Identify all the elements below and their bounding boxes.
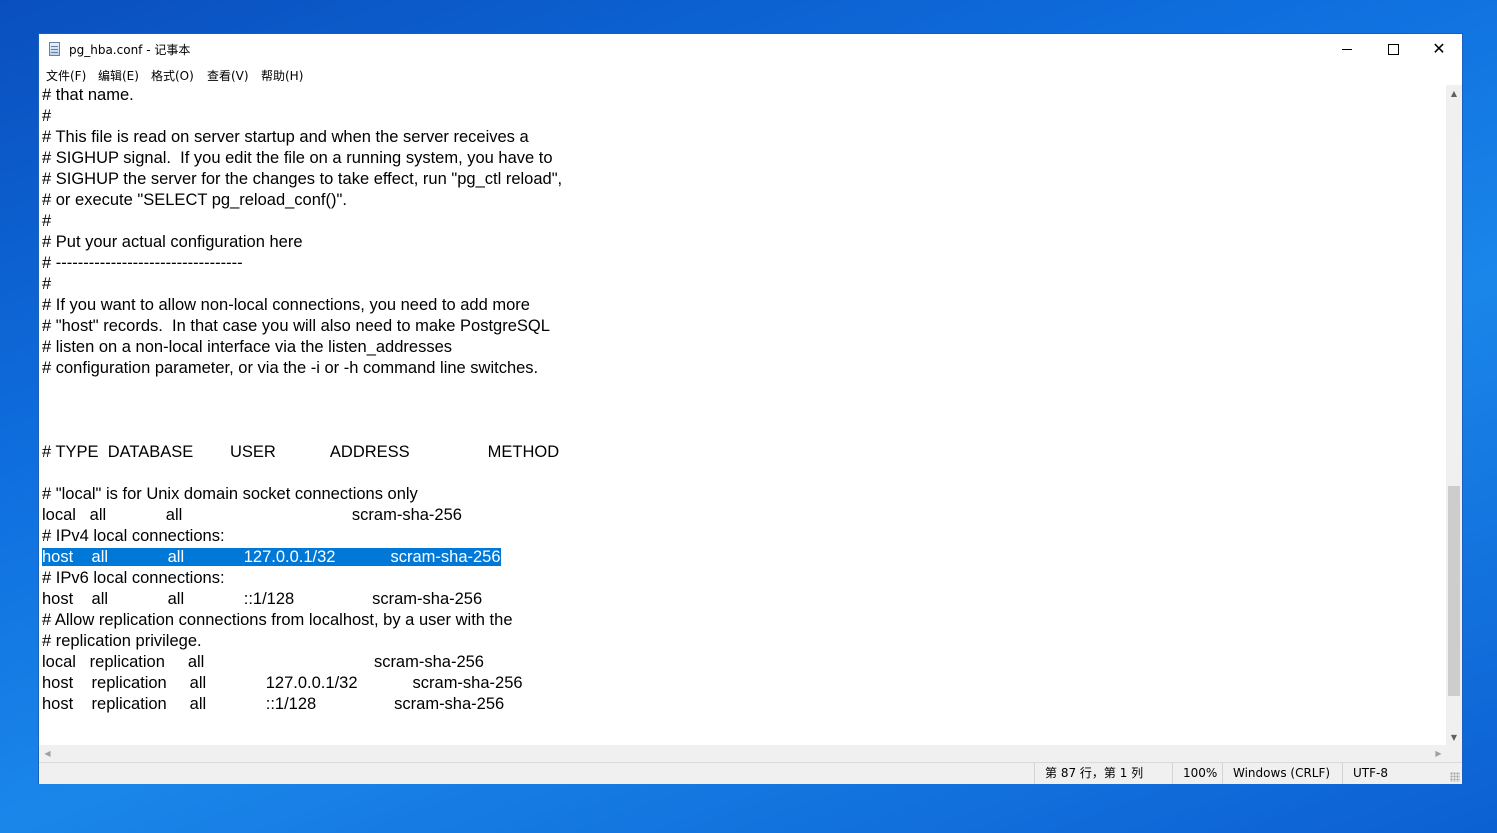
text-line-content: # TYPE DATABASE USER ADDRESS METHOD: [42, 443, 560, 461]
text-line[interactable]: #: [42, 211, 51, 232]
status-line-ending: Windows (CRLF): [1222, 763, 1342, 784]
text-line-content: #: [42, 275, 52, 293]
text-line-content: # Put your actual configuration here: [42, 233, 303, 251]
text-line[interactable]: #: [42, 106, 51, 127]
menu-file[interactable]: 文件(F): [46, 67, 86, 84]
text-line[interactable]: # or execute "SELECT pg_reload_conf()".: [42, 190, 347, 211]
menu-format[interactable]: 格式(O): [151, 67, 194, 84]
text-line[interactable]: host replication all ::1/128 scram-sha-2…: [42, 694, 504, 715]
text-line-content: # SIGHUP signal. If you edit the file on…: [42, 149, 553, 167]
resize-grip-icon[interactable]: [1450, 772, 1460, 782]
minimize-icon: [1342, 48, 1352, 50]
text-line-content: # listen on a non-local interface via th…: [42, 338, 452, 356]
text-line[interactable]: # ----------------------------------: [42, 253, 243, 274]
text-line[interactable]: host replication all 127.0.0.1/32 scram-…: [42, 673, 523, 694]
vertical-scroll-thumb[interactable]: [1448, 485, 1460, 696]
text-line[interactable]: # "local" is for Unix domain socket conn…: [42, 484, 418, 505]
close-button[interactable]: ✕: [1416, 34, 1462, 64]
status-encoding: UTF-8: [1342, 763, 1447, 784]
text-line-content: local all all scram-sha-256: [42, 506, 462, 524]
status-bar: 第 87 行，第 1 列 100% Windows (CRLF) UTF-8: [39, 762, 1462, 784]
text-line[interactable]: # Allow replication connections from loc…: [42, 610, 513, 631]
text-line-content: # "local" is for Unix domain socket conn…: [42, 485, 418, 503]
text-line-content: # This file is read on server startup an…: [42, 128, 529, 146]
text-line-content: host all all 127.0.0.1/32 scram-sha-256: [42, 548, 501, 566]
notepad-window: pg_hba.conf - 记事本 ✕ 文件(F) 编辑(E) 格式(O) 查看…: [38, 33, 1463, 784]
text-line[interactable]: # TYPE DATABASE USER ADDRESS METHOD: [42, 442, 559, 463]
text-line-content: #: [42, 212, 52, 230]
title-bar[interactable]: pg_hba.conf - 记事本 ✕: [39, 34, 1462, 64]
text-line-content: # ----------------------------------: [42, 254, 243, 272]
scroll-up-icon[interactable]: ▲: [1446, 85, 1462, 102]
text-line-content: # Allow replication connections from loc…: [42, 611, 513, 629]
text-line-content: # If you want to allow non-local connect…: [42, 296, 530, 314]
status-zoom: 100%: [1172, 763, 1222, 784]
text-line-content: # replication privilege.: [42, 632, 202, 650]
text-line[interactable]: #: [42, 274, 51, 295]
notepad-icon: [49, 42, 60, 56]
text-line-content: local replication all scram-sha-256: [42, 653, 484, 671]
text-line-content: # "host" records. In that case you will …: [42, 317, 550, 335]
text-line[interactable]: # If you want to allow non-local connect…: [42, 295, 530, 316]
text-line-content: # or execute "SELECT pg_reload_conf()".: [42, 191, 347, 209]
text-line[interactable]: # configuration parameter, or via the -i…: [42, 358, 538, 379]
text-line[interactable]: host all all ::1/128 scram-sha-256: [42, 589, 482, 610]
window-title: pg_hba.conf - 记事本: [69, 43, 191, 57]
minimize-button[interactable]: [1324, 34, 1370, 64]
menu-edit[interactable]: 编辑(E): [98, 67, 139, 84]
text-line-content: # IPv6 local connections:: [42, 569, 225, 587]
text-line-content: # SIGHUP the server for the changes to t…: [42, 170, 563, 188]
maximize-button[interactable]: [1370, 34, 1416, 64]
text-line[interactable]: host all all 127.0.0.1/32 scram-sha-256: [42, 547, 501, 568]
maximize-icon: [1387, 43, 1399, 55]
text-line[interactable]: # that name.: [42, 85, 134, 106]
text-line-content: host replication all ::1/128 scram-sha-2…: [42, 695, 505, 713]
scrollbar-corner: [1446, 745, 1462, 762]
text-line-content: host all all ::1/128 scram-sha-256: [42, 590, 483, 608]
text-line[interactable]: # Put your actual configuration here: [42, 232, 303, 253]
text-line[interactable]: # IPv4 local connections:: [42, 526, 225, 547]
text-line[interactable]: # SIGHUP signal. If you edit the file on…: [42, 148, 553, 169]
text-line[interactable]: local replication all scram-sha-256: [42, 652, 484, 673]
close-icon: ✕: [1432, 39, 1446, 58]
text-line[interactable]: # SIGHUP the server for the changes to t…: [42, 169, 562, 190]
scroll-down-icon[interactable]: ▼: [1446, 729, 1462, 746]
text-line[interactable]: # listen on a non-local interface via th…: [42, 337, 452, 358]
text-line[interactable]: # This file is read on server startup an…: [42, 127, 529, 148]
text-line-content: #: [42, 107, 52, 125]
text-editor[interactable]: # that name. # # This file is read on serv…: [39, 85, 1447, 745]
text-line-content: # that name.: [42, 86, 134, 104]
vertical-scrollbar[interactable]: ▲ ▼: [1446, 85, 1462, 746]
text-line[interactable]: # IPv6 local connections:: [42, 568, 225, 589]
horizontal-scrollbar[interactable]: ◀ ▶: [39, 745, 1447, 762]
text-line-content: # configuration parameter, or via the -i…: [42, 359, 539, 377]
scroll-right-icon[interactable]: ▶: [1430, 745, 1447, 762]
scroll-left-icon[interactable]: ◀: [39, 745, 56, 762]
text-line[interactable]: local all all scram-sha-256: [42, 505, 462, 526]
text-line-content: host replication all 127.0.0.1/32 scram-…: [42, 674, 523, 692]
text-line[interactable]: # "host" records. In that case you will …: [42, 316, 550, 337]
status-position: 第 87 行，第 1 列: [1034, 763, 1172, 784]
menu-view[interactable]: 查看(V): [207, 67, 249, 84]
menu-help[interactable]: 帮助(H): [261, 67, 303, 84]
menu-bar: 文件(F) 编辑(E) 格式(O) 查看(V) 帮助(H): [39, 64, 1462, 84]
text-line-content: # IPv4 local connections:: [42, 527, 225, 545]
text-line[interactable]: # replication privilege.: [42, 631, 202, 652]
